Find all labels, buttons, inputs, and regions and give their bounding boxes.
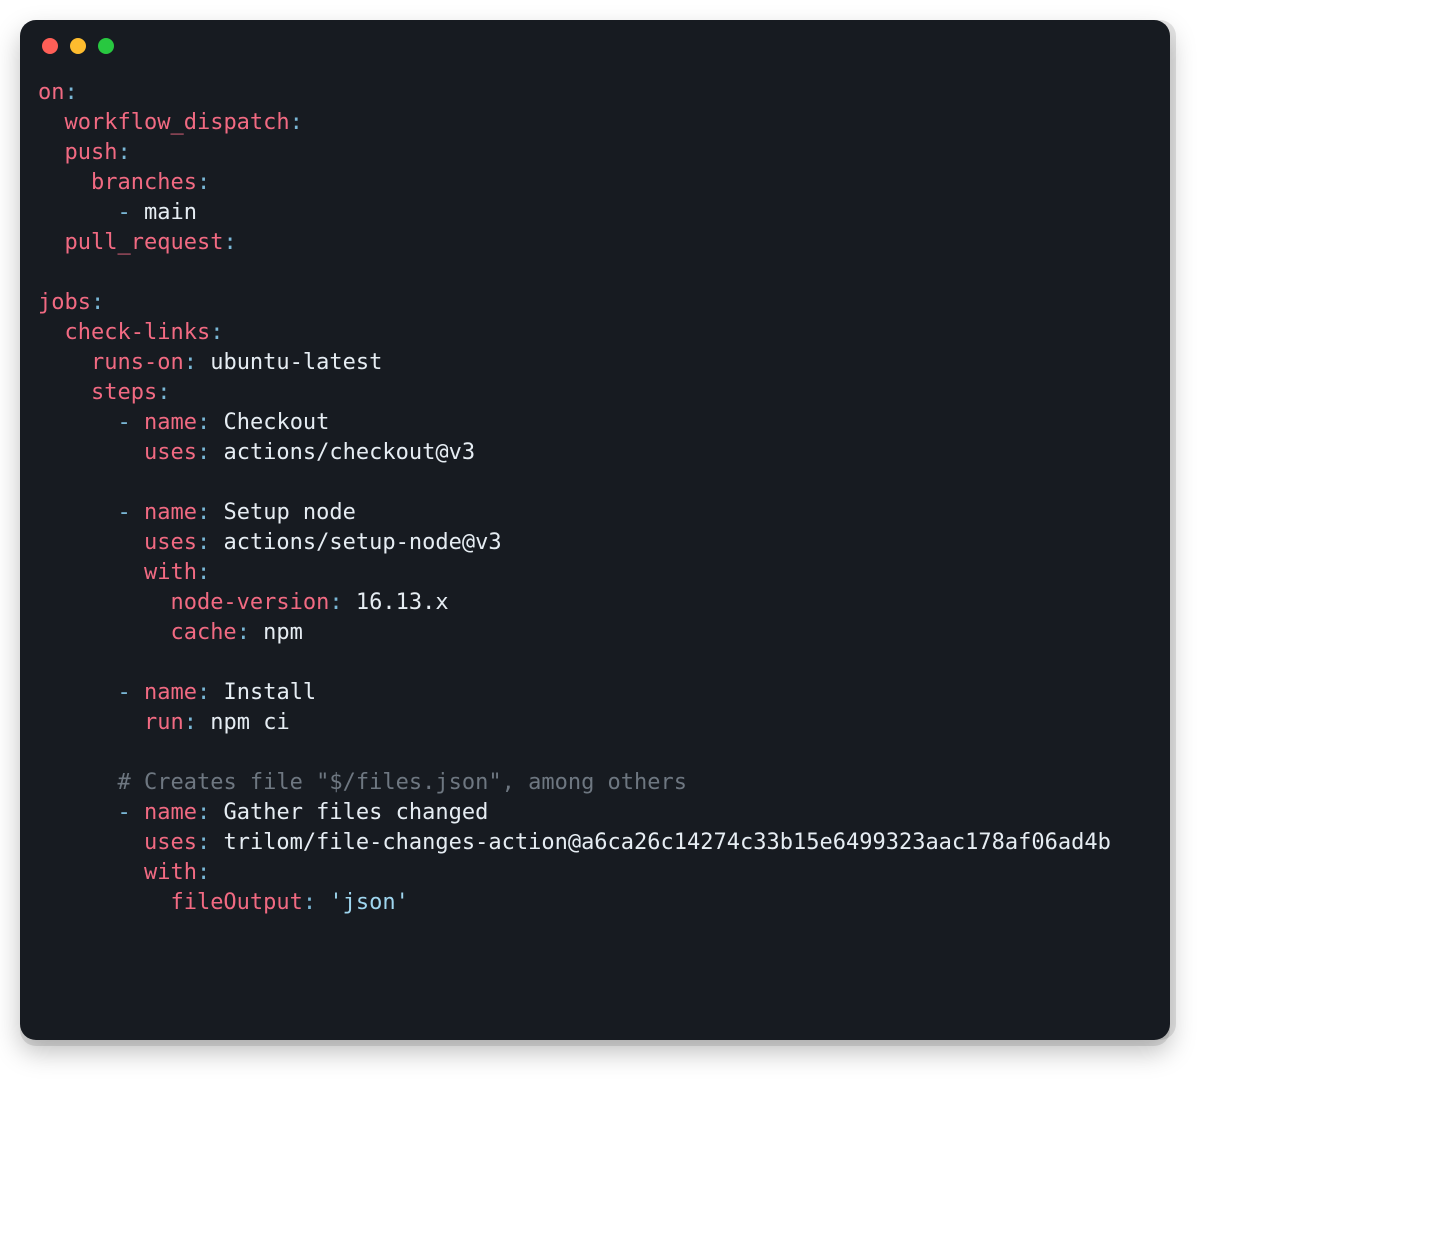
code-token: -: [117, 410, 130, 435]
code-token: :: [197, 170, 210, 195]
code-token: [38, 410, 117, 435]
code-token: :: [197, 860, 210, 885]
code-token: -: [117, 800, 130, 825]
code-token: Install: [210, 680, 316, 705]
code-token: with: [144, 560, 197, 585]
code-token: :: [197, 830, 210, 855]
code-token: runs-on: [91, 350, 184, 375]
code-token: [38, 140, 65, 165]
code-token: :: [65, 80, 78, 105]
code-token: Setup node: [210, 500, 356, 525]
code-token: actions/setup-node@v3: [210, 530, 501, 555]
code-token: check-links: [65, 320, 211, 345]
code-token: :: [303, 890, 316, 915]
code-token: uses: [144, 830, 197, 855]
code-token: 'json': [329, 890, 408, 915]
code-token: [316, 890, 329, 915]
code-token: -: [117, 680, 130, 705]
code-token: [38, 110, 65, 135]
code-token: push: [65, 140, 118, 165]
minimize-icon[interactable]: [70, 38, 86, 54]
code-token: trilom/file-changes-action@a6ca26c14274c…: [210, 830, 1111, 855]
code-token: [38, 890, 170, 915]
code-token: [38, 440, 144, 465]
code-token: :: [223, 230, 236, 255]
code-token: ubuntu-latest: [197, 350, 382, 375]
code-token: :: [117, 140, 130, 165]
code-content: on: workflow_dispatch: push: branches: -…: [38, 78, 1144, 918]
code-token: Checkout: [210, 410, 329, 435]
code-token: [131, 800, 144, 825]
code-token: :: [197, 410, 210, 435]
code-token: name: [144, 500, 197, 525]
code-token: [38, 620, 170, 645]
code-token: 16.13.x: [343, 590, 449, 615]
code-token: -: [117, 500, 130, 525]
code-token: [38, 590, 170, 615]
code-token: :: [210, 320, 223, 345]
code-token: actions/checkout@v3: [210, 440, 475, 465]
code-token: uses: [144, 530, 197, 555]
code-token: [38, 320, 65, 345]
code-token: [38, 230, 65, 255]
code-token: Gather files changed: [210, 800, 488, 825]
code-token: cache: [170, 620, 236, 645]
code-token: name: [144, 800, 197, 825]
code-token: pull_request: [65, 230, 224, 255]
code-token: [38, 530, 144, 555]
terminal-window: on: workflow_dispatch: push: branches: -…: [20, 20, 1170, 1040]
code-token: fileOutput: [170, 890, 302, 915]
code-token: :: [197, 560, 210, 585]
code-token: :: [197, 800, 210, 825]
close-icon[interactable]: [42, 38, 58, 54]
code-token: [131, 680, 144, 705]
code-token: with: [144, 860, 197, 885]
code-token: steps: [91, 380, 157, 405]
code-token: :: [197, 440, 210, 465]
code-token: :: [197, 500, 210, 525]
code-token: [38, 380, 91, 405]
code-token: [38, 770, 117, 795]
code-token: :: [157, 380, 170, 405]
code-token: npm: [250, 620, 303, 645]
code-token: [38, 860, 144, 885]
code-token: -: [117, 200, 130, 225]
code-token: :: [290, 110, 303, 135]
code-token: [38, 350, 91, 375]
code-token: [38, 560, 144, 585]
code-token: main: [131, 200, 197, 225]
code-token: workflow_dispatch: [65, 110, 290, 135]
code-token: # Creates file "$/files.json", among oth…: [117, 770, 687, 795]
code-token: :: [197, 680, 210, 705]
code-area: on: workflow_dispatch: push: branches: -…: [20, 60, 1170, 944]
code-token: branches: [91, 170, 197, 195]
code-token: name: [144, 410, 197, 435]
zoom-icon[interactable]: [98, 38, 114, 54]
code-token: [38, 500, 117, 525]
code-token: node-version: [170, 590, 329, 615]
window-titlebar: [20, 20, 1170, 60]
code-token: :: [184, 710, 197, 735]
code-token: jobs: [38, 290, 91, 315]
code-token: :: [184, 350, 197, 375]
code-token: :: [91, 290, 104, 315]
code-token: npm ci: [197, 710, 290, 735]
code-token: [38, 170, 91, 195]
code-token: [131, 410, 144, 435]
code-token: :: [197, 530, 210, 555]
code-token: run: [144, 710, 184, 735]
code-token: uses: [144, 440, 197, 465]
code-token: [38, 710, 144, 735]
code-token: :: [237, 620, 250, 645]
code-token: [38, 680, 117, 705]
code-token: on: [38, 80, 65, 105]
code-token: [38, 200, 117, 225]
code-token: :: [329, 590, 342, 615]
code-token: [38, 800, 117, 825]
code-token: [131, 500, 144, 525]
code-token: name: [144, 680, 197, 705]
code-token: [38, 830, 144, 855]
